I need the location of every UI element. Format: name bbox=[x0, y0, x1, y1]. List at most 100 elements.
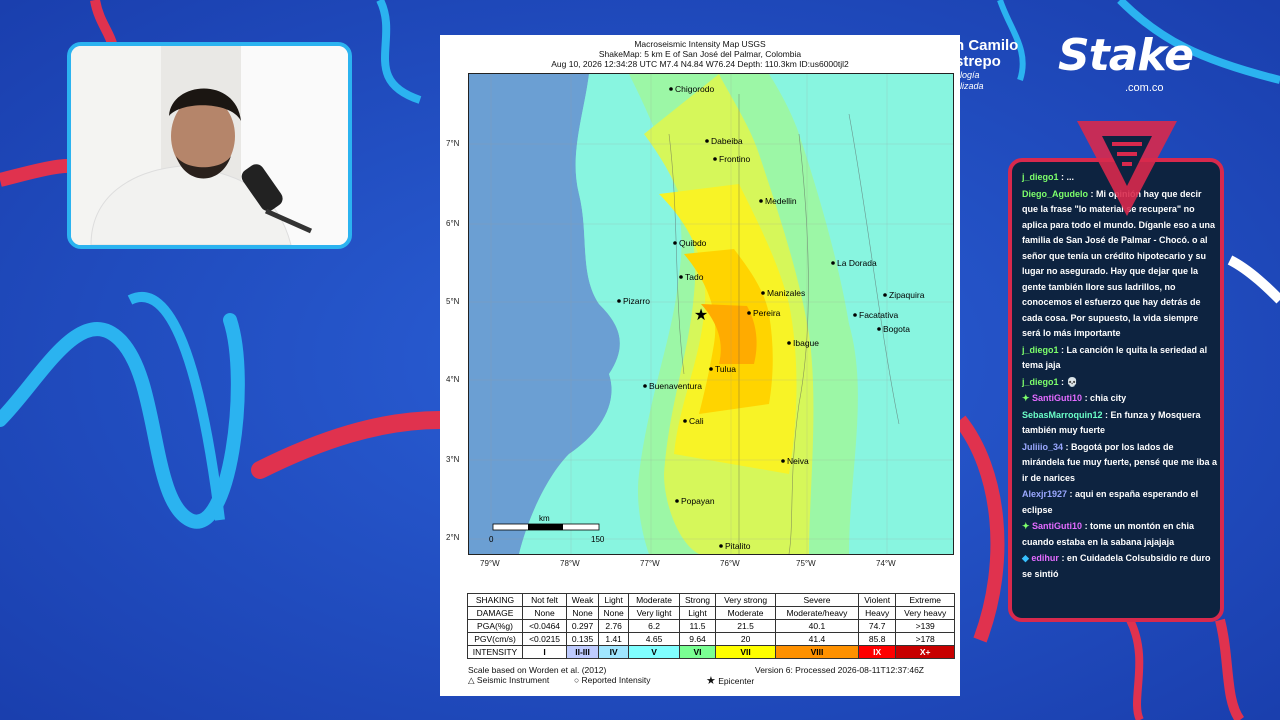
lat-label: 2°N bbox=[446, 533, 460, 542]
legend-cell: 2.76 bbox=[597, 619, 630, 633]
lon-label: 76°W bbox=[720, 559, 740, 568]
legend-cell: Not felt bbox=[521, 593, 568, 607]
chat-text: : 💀 bbox=[1058, 376, 1078, 387]
chat-message: Alexjr1927 : aqui en españa esperando el… bbox=[1022, 487, 1218, 518]
legend-cell: None bbox=[521, 606, 568, 620]
intensity-map-graphic: km 0 150 Chigorodo Dabeiba Frontino Medelli… bbox=[469, 74, 953, 554]
shield-emblem-icon bbox=[1077, 121, 1177, 216]
city-dot bbox=[719, 544, 723, 548]
chat-username[interactable]: j_diego1 bbox=[1022, 345, 1059, 355]
epicenter-star-icon: ★ bbox=[694, 307, 708, 324]
legend-cell: SHAKING bbox=[467, 593, 523, 607]
legend-cell: 40.1 bbox=[774, 619, 859, 633]
chat-message: Juliiio_34 : Bogotá por los lados de mir… bbox=[1022, 440, 1218, 487]
chat-username[interactable]: Alexjr1927 bbox=[1022, 489, 1067, 499]
streamer-video bbox=[71, 46, 348, 245]
legend-cell: X+ bbox=[895, 645, 955, 659]
legend-seismic-label: Seismic Instrument bbox=[476, 675, 550, 685]
city-dot bbox=[787, 341, 791, 345]
legend-cell: II-III bbox=[566, 645, 599, 659]
chat-message: ✦ SantiGuti10 : chia city bbox=[1022, 391, 1218, 407]
legend-cell: <0.0215 bbox=[521, 632, 568, 646]
city-label: Frontino bbox=[719, 154, 750, 164]
lat-label: 5°N bbox=[446, 297, 460, 306]
map-title-line: ShakeMap: 5 km E of San José del Palmar,… bbox=[598, 49, 802, 59]
city-dot bbox=[673, 241, 677, 245]
legend-cell: 85.8 bbox=[857, 632, 897, 646]
sponsor-logo: Stake bbox=[1058, 30, 1194, 81]
legend-cell: 74.7 bbox=[857, 619, 897, 633]
city-label: Cali bbox=[689, 416, 704, 426]
legend-cell: Light bbox=[678, 606, 717, 620]
city-label: La Dorada bbox=[837, 258, 877, 268]
legend-cell: INTENSITY bbox=[467, 645, 523, 659]
lon-label: 78°W bbox=[560, 559, 580, 568]
city-label: Tado bbox=[685, 272, 704, 282]
chat-message: ✦ SantiGuti10 : tome un montón en chia c… bbox=[1022, 519, 1218, 550]
scale-note: Scale based on Worden et al. (2012) bbox=[468, 665, 607, 675]
chat-username[interactable]: SebasMarroquin12 bbox=[1022, 410, 1103, 420]
legend-cell: Severe bbox=[774, 593, 859, 607]
legend-cell: 21.5 bbox=[715, 619, 776, 633]
chat-username[interactable]: edihur bbox=[1031, 553, 1059, 563]
city-label: Neiva bbox=[787, 456, 809, 466]
legend-cell: PGV(cm/s) bbox=[467, 632, 523, 646]
chat-message: SebasMarroquin12 : En funza y Mosquera t… bbox=[1022, 408, 1218, 439]
city-label: Dabeiba bbox=[711, 136, 743, 146]
scale-max: 150 bbox=[591, 535, 605, 544]
legend-row-shaking: SHAKING Not felt Weak Light Moderate Strong Ve… bbox=[467, 593, 955, 607]
legend-cell: Moderate/heavy bbox=[774, 606, 859, 620]
legend-cell: Weak bbox=[566, 593, 599, 607]
chat-username[interactable]: j_diego1 bbox=[1022, 172, 1059, 182]
circle-icon: ○ bbox=[574, 675, 580, 685]
city-dot bbox=[679, 275, 683, 279]
chat-text: : chia city bbox=[1082, 393, 1127, 403]
legend-cell: >178 bbox=[895, 632, 955, 646]
legend-seismic: △ Seismic Instrument bbox=[468, 675, 549, 686]
chat-messages: j_diego1 : ... Diego_Agudelo : Mi opinión… bbox=[1022, 170, 1218, 583]
city-dot bbox=[683, 419, 687, 423]
chat-message: j_diego1 : La canción le quita la seried… bbox=[1022, 343, 1218, 374]
legend-cell: Violent bbox=[857, 593, 897, 607]
city-label: Quibdo bbox=[679, 238, 707, 248]
shakemap-document: Macroseismic Intensity Map USGS ShakeMap… bbox=[440, 35, 960, 696]
legend-cell: VI bbox=[678, 645, 717, 659]
legend-cell: 0.135 bbox=[566, 632, 599, 646]
triangle-icon: △ bbox=[468, 675, 475, 685]
legend-epicenter: ★ Epicenter bbox=[706, 674, 754, 687]
city-label: Popayan bbox=[681, 496, 715, 506]
map-title-line: Macroseismic Intensity Map USGS bbox=[634, 39, 766, 49]
chat-username[interactable]: SantiGuti10 bbox=[1032, 393, 1082, 403]
chat-message: ◆ edihur : en Cuidadela Colsubsidio re d… bbox=[1022, 551, 1218, 582]
brand-name: n Camilo strepo bbox=[955, 37, 1019, 70]
legend-cell: <0.0464 bbox=[521, 619, 568, 633]
legend-row-pgv: PGV(cm/s) <0.0215 0.135 1.41 4.65 9.64 20 41.4 8… bbox=[467, 632, 955, 646]
lon-label: 77°W bbox=[640, 559, 660, 568]
map-title: Macroseismic Intensity Map USGS ShakeMap… bbox=[440, 39, 960, 69]
legend-cell: 4.65 bbox=[628, 632, 680, 646]
city-label: Zipaquira bbox=[889, 290, 925, 300]
legend-row-damage: DAMAGE None None None Very light Light Moderat… bbox=[467, 606, 955, 620]
city-dot bbox=[831, 261, 835, 265]
scale-min: 0 bbox=[489, 535, 494, 544]
city-label: Tulua bbox=[715, 364, 736, 374]
city-dot bbox=[709, 367, 713, 371]
legend-cell: 20 bbox=[715, 632, 776, 646]
brand-subtitle: ología alizada bbox=[955, 70, 984, 91]
city-label: Chigorodo bbox=[675, 84, 714, 94]
lat-label: 6°N bbox=[446, 219, 460, 228]
legend-cell: None bbox=[566, 606, 599, 620]
city-label: Medellin bbox=[765, 196, 797, 206]
chat-username[interactable]: Juliiio_34 bbox=[1022, 442, 1063, 452]
lat-label: 3°N bbox=[446, 455, 460, 464]
city-label: Pizarro bbox=[623, 296, 650, 306]
chat-panel[interactable]: j_diego1 : ... Diego_Agudelo : Mi opinión… bbox=[1008, 158, 1224, 622]
chat-username[interactable]: j_diego1 bbox=[1022, 377, 1059, 387]
city-dot bbox=[705, 139, 709, 143]
legend-cell: Moderate bbox=[715, 606, 776, 620]
chat-username[interactable]: SantiGuti10 bbox=[1032, 521, 1082, 531]
city-label: Bogota bbox=[883, 324, 910, 334]
city-dot bbox=[781, 459, 785, 463]
legend-row-intensity: INTENSITY I II-III IV V VI VII VIII IX X+ bbox=[467, 645, 955, 659]
lon-label: 74°W bbox=[876, 559, 896, 568]
